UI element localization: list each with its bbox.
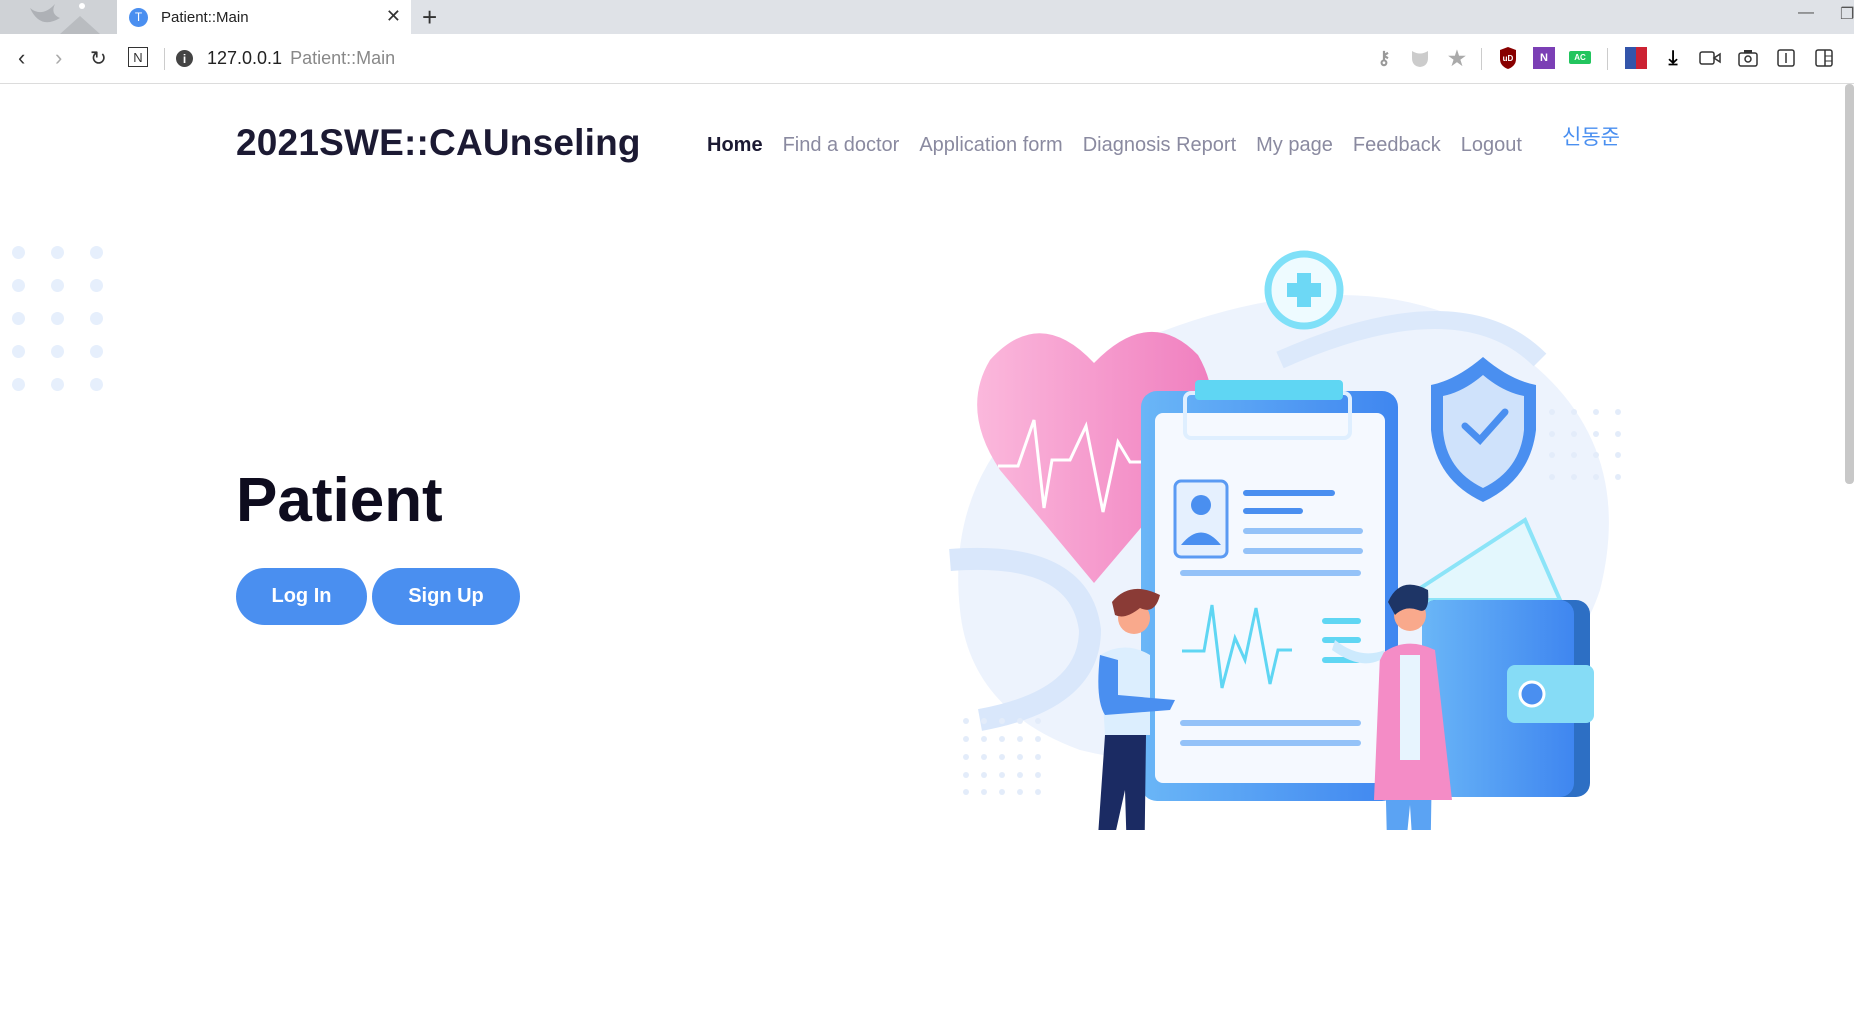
- nav-application-form[interactable]: Application form: [919, 134, 1062, 157]
- page-scrollbar[interactable]: [1845, 84, 1854, 484]
- user-name[interactable]: 신동준: [1562, 121, 1620, 151]
- clipboard-icon: [1141, 380, 1398, 801]
- url-host: 127.0.0.1: [207, 48, 283, 68]
- nav-feedback[interactable]: Feedback: [1353, 134, 1441, 157]
- ac-icon[interactable]: AC: [1569, 51, 1591, 64]
- onenote-icon[interactable]: N: [1533, 47, 1555, 69]
- hero-title: Patient: [236, 466, 443, 535]
- sidebar-icon[interactable]: [1813, 47, 1835, 69]
- back-icon[interactable]: ‹: [18, 45, 25, 71]
- key-icon[interactable]: ⚷: [1373, 47, 1395, 69]
- nav-home[interactable]: Home: [707, 134, 763, 157]
- star-icon[interactable]: ★: [1446, 47, 1468, 70]
- tab-background-image: [0, 0, 117, 34]
- reload-icon[interactable]: ↻: [90, 46, 107, 71]
- translate-icon[interactable]: [1625, 47, 1647, 69]
- minimize-icon[interactable]: —: [1798, 4, 1814, 22]
- nav-logout[interactable]: Logout: [1461, 134, 1522, 157]
- main-nav: Home Find a doctor Application form Diag…: [707, 134, 1522, 157]
- video-icon[interactable]: [1699, 47, 1721, 69]
- login-button[interactable]: Log In: [236, 568, 367, 625]
- brand-logo[interactable]: 2021SWE::CAUnseling: [236, 122, 641, 164]
- plus-circle-icon: [1264, 250, 1344, 330]
- info-icon[interactable]: i: [176, 50, 193, 67]
- reader-icon[interactable]: [1775, 47, 1797, 69]
- address-bar: ‹ › ↻ N i 127.0.0.1 Patient::Main ⚷ ★ uD…: [0, 34, 1854, 84]
- url-path: Patient::Main: [290, 48, 396, 68]
- restore-icon[interactable]: ❐: [1840, 4, 1854, 24]
- notion-icon[interactable]: N: [128, 47, 148, 67]
- signup-button[interactable]: Sign Up: [372, 568, 520, 625]
- nav-find-doctor[interactable]: Find a doctor: [783, 134, 900, 157]
- close-tab-icon[interactable]: ✕: [386, 6, 401, 27]
- forward-icon[interactable]: ›: [55, 45, 62, 71]
- browser-tab-bar: T Patient::Main ✕ + — ❐: [0, 0, 1854, 34]
- shield-ext-icon[interactable]: [1409, 47, 1431, 69]
- active-tab[interactable]: T Patient::Main ✕: [117, 0, 411, 34]
- nav-diagnosis-report[interactable]: Diagnosis Report: [1083, 134, 1236, 157]
- nav-my-page[interactable]: My page: [1256, 134, 1333, 157]
- camera-icon[interactable]: [1737, 47, 1759, 69]
- url-field[interactable]: i 127.0.0.1 Patient::Main: [176, 48, 395, 69]
- new-tab-icon[interactable]: +: [422, 2, 437, 33]
- decorative-dots: [12, 246, 103, 391]
- medical-illustration: [949, 250, 1621, 830]
- tab-favicon: T: [129, 7, 148, 27]
- tab-title: Patient::Main: [161, 8, 249, 26]
- download-icon[interactable]: ⤓: [1662, 47, 1684, 69]
- ublock-icon[interactable]: uD: [1497, 47, 1519, 69]
- svg-text:uD: uD: [1503, 54, 1514, 63]
